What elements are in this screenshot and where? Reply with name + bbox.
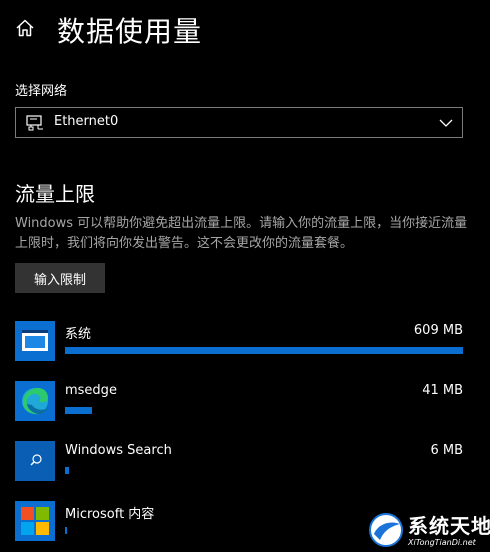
header: 数据使用量 [0,0,490,60]
app-usage: 609 MB [413,323,463,338]
microsoft-logo-icon [15,501,55,541]
usage-bar [65,407,463,414]
usage-bar [65,467,463,474]
network-label: 选择网络 [15,84,68,99]
network-selected-value: Ethernet0 [54,114,119,129]
usage-bar [65,347,463,354]
ethernet-icon [26,115,43,131]
search-icon [15,441,55,481]
app-name: Microsoft 内容 [65,507,155,522]
home-button[interactable] [12,15,38,41]
network-select[interactable]: Ethernet0 [15,107,463,138]
watermark-logo-icon [369,513,403,547]
usage-bar-fill [65,407,93,414]
app-name: 系统 [65,327,92,342]
app-row-system[interactable]: 系统 609 MB [15,321,463,369]
chevron-down-icon [439,119,453,127]
app-name: Windows Search [65,443,172,458]
system-window-icon [15,321,55,361]
usage-bar-fill [65,347,463,354]
enter-limit-button[interactable]: 输入限制 [15,263,105,293]
watermark: 系统天地 XiTongTianDi.net [366,508,490,552]
app-name: msedge [65,383,117,398]
page-title: 数据使用量 [57,15,203,48]
usage-bar-fill [65,467,69,474]
usage-bar-fill [65,527,67,534]
app-row-windows-search[interactable]: Windows Search 6 MB [15,441,463,489]
app-row-msedge[interactable]: msedge 41 MB [15,381,463,429]
watermark-text: 系统天地 [408,514,490,538]
limit-description: Windows 可以帮助你避免超出流量上限。请输入你的流量上限，当你接近流量上限… [15,216,468,251]
app-usage: 41 MB [422,383,463,398]
watermark-url: XiTongTianDi.net [408,538,476,547]
edge-icon [15,381,55,421]
limit-section-title: 流量上限 [15,182,95,206]
home-icon [16,19,34,37]
app-usage: 6 MB [430,443,463,458]
